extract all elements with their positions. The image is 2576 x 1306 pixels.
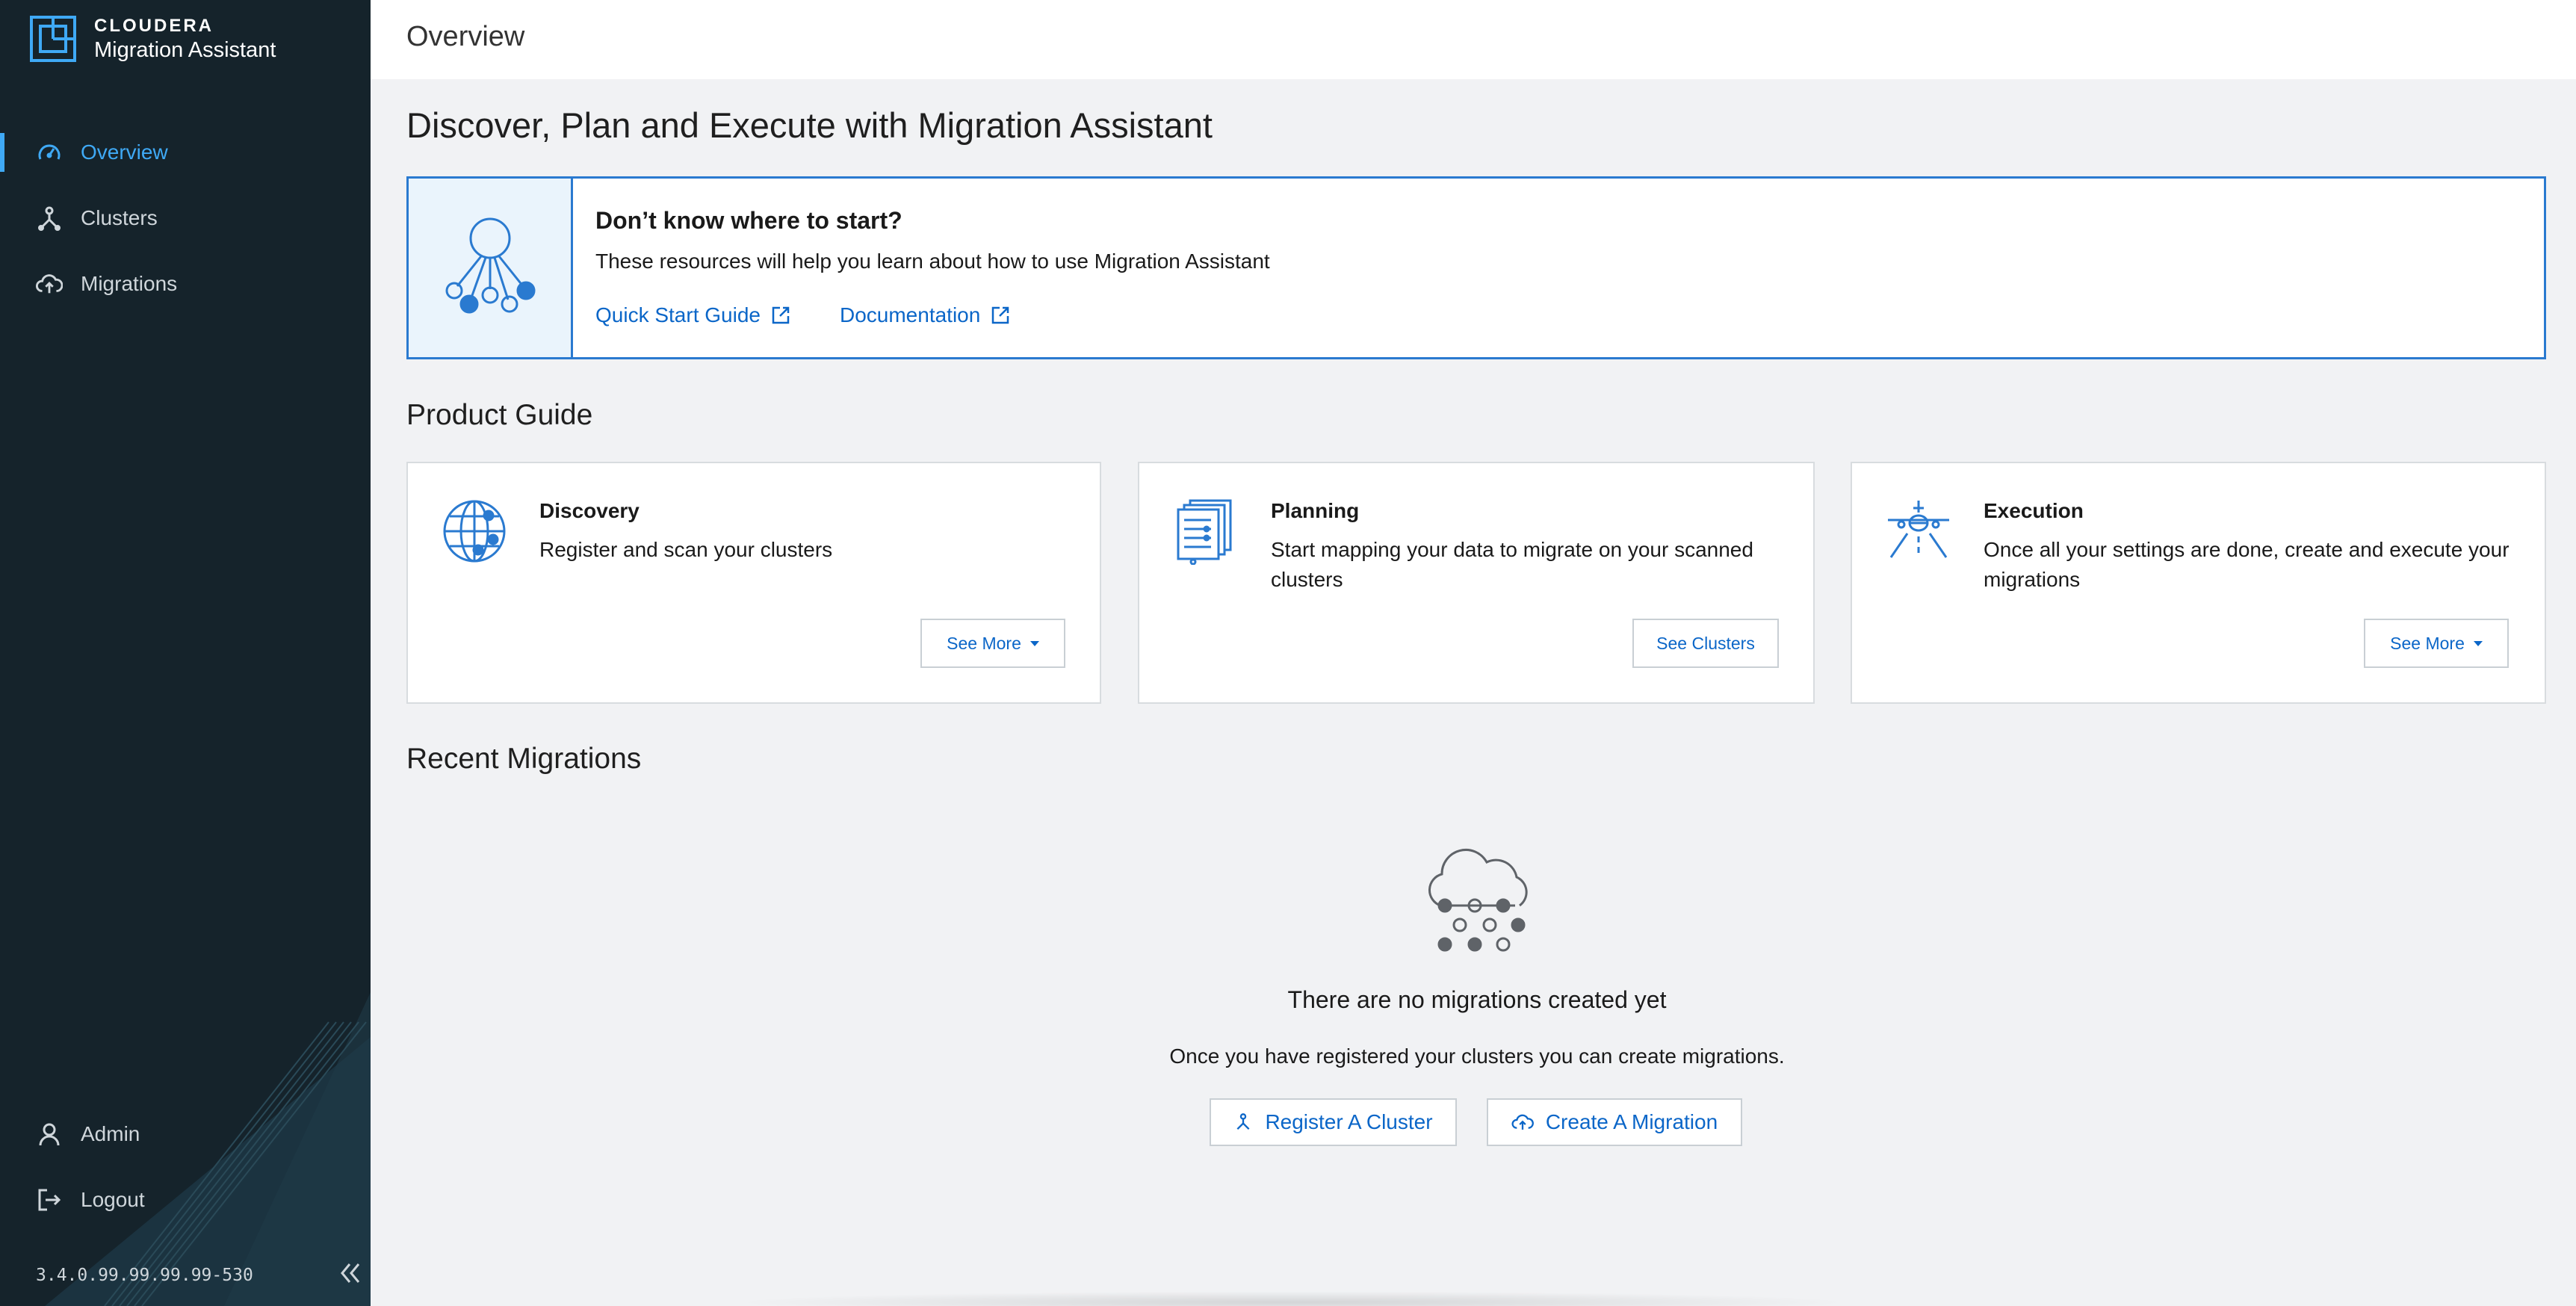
button-label: Register A Cluster bbox=[1265, 1110, 1433, 1133]
card-description: Start mapping your data to migrate on yo… bbox=[1271, 538, 1753, 591]
empty-state-description: Once you have registered your clusters y… bbox=[1169, 1045, 1785, 1068]
sidebar-item-logout[interactable]: Logout bbox=[0, 1167, 371, 1233]
brand[interactable]: CLOUDERA Migration Assistant bbox=[30, 15, 276, 63]
sidebar-bottom-nav: Admin Logout bbox=[0, 1101, 371, 1233]
user-icon bbox=[36, 1121, 63, 1148]
logout-icon bbox=[36, 1186, 63, 1213]
see-clusters-button[interactable]: See Clusters bbox=[1632, 619, 1779, 668]
caret-down-icon bbox=[2473, 640, 2483, 646]
button-label: See More bbox=[947, 633, 1021, 653]
app-version: 3.4.0.99.99.99.99-530 bbox=[36, 1266, 253, 1285]
sidebar-item-label: Clusters bbox=[81, 206, 158, 229]
cluster-icon bbox=[36, 205, 63, 232]
product-guide-heading: Product Guide bbox=[406, 399, 593, 431]
planning-card: Planning Start mapping your data to migr… bbox=[1138, 462, 1815, 704]
button-label: Create A Migration bbox=[1545, 1110, 1718, 1133]
card-description: Register and scan your clusters bbox=[539, 538, 833, 561]
bottom-shadow bbox=[732, 1291, 1853, 1306]
cloud-data-empty-icon bbox=[1428, 849, 1528, 952]
collapse-sidebar-icon[interactable] bbox=[336, 1260, 363, 1287]
cluster-icon bbox=[1236, 1113, 1250, 1130]
sidebar-item-clusters[interactable]: Clusters bbox=[0, 185, 371, 251]
execution-card: Execution Once all your settings are don… bbox=[1851, 462, 2546, 704]
documentation-link[interactable]: Documentation bbox=[840, 303, 1010, 327]
link-label: Quick Start Guide bbox=[595, 303, 761, 326]
discovery-see-more-button[interactable]: See More bbox=[920, 619, 1065, 668]
button-label: See More bbox=[2390, 633, 2465, 653]
network-nodes-icon bbox=[445, 217, 535, 313]
brand-product: Migration Assistant bbox=[94, 38, 276, 62]
resources-links: Quick Start Guide Documentation bbox=[595, 303, 1270, 327]
card-description: Once all your settings are done, create … bbox=[1984, 538, 2510, 591]
sidebar: CLOUDERA Migration Assistant Overview Cl… bbox=[0, 0, 371, 1306]
link-label: Documentation bbox=[839, 303, 981, 326]
header: Overview bbox=[371, 0, 2576, 79]
external-link-icon bbox=[992, 306, 1009, 324]
sidebar-item-admin[interactable]: Admin bbox=[0, 1101, 371, 1167]
button-label: See Clusters bbox=[1656, 633, 1755, 653]
sidebar-item-label: Migrations bbox=[81, 272, 178, 295]
documents-icon bbox=[1177, 499, 1232, 565]
cloud-upload-icon bbox=[36, 270, 63, 297]
sidebar-item-label: Admin bbox=[81, 1122, 140, 1145]
register-cluster-button[interactable]: Register A Cluster bbox=[1210, 1098, 1457, 1146]
discovery-card: Discovery Register and scan your cluster… bbox=[406, 462, 1101, 704]
airplane-icon bbox=[1888, 501, 1949, 558]
cloud-upload-icon bbox=[1511, 1114, 1534, 1130]
speedometer-icon bbox=[36, 139, 63, 166]
card-title: Execution bbox=[1984, 499, 2084, 522]
globe-icon bbox=[443, 500, 506, 563]
resources-title: Don’t know where to start? bbox=[595, 207, 902, 234]
resources-illustration bbox=[409, 179, 573, 357]
create-migration-button[interactable]: Create A Migration bbox=[1487, 1098, 1742, 1146]
card-title: Discovery bbox=[539, 499, 640, 522]
execution-see-more-button[interactable]: See More bbox=[2364, 619, 2509, 668]
sidebar-item-label: Logout bbox=[81, 1188, 145, 1211]
card-title: Planning bbox=[1271, 499, 1360, 522]
resources-banner: Don’t know where to start? These resourc… bbox=[406, 176, 2546, 359]
main-heading: Discover, Plan and Execute with Migratio… bbox=[406, 105, 1213, 145]
brand-name: CLOUDERA bbox=[94, 16, 214, 36]
sidebar-item-migrations[interactable]: Migrations bbox=[0, 251, 371, 317]
recent-migrations-heading: Recent Migrations bbox=[406, 743, 642, 775]
page-title: Overview bbox=[406, 21, 525, 52]
external-link-icon bbox=[772, 306, 790, 324]
caret-down-icon bbox=[1030, 640, 1039, 646]
resources-description: These resources will help you learn abou… bbox=[595, 250, 1270, 273]
sidebar-item-label: Overview bbox=[81, 140, 168, 164]
sidebar-nav: Overview Clusters Migrations bbox=[0, 120, 371, 317]
empty-state-title: There are no migrations created yet bbox=[1287, 986, 1667, 1013]
sidebar-item-overview[interactable]: Overview bbox=[0, 120, 371, 185]
cloudera-logo-icon bbox=[30, 16, 76, 62]
quick-start-guide-link[interactable]: Quick Start Guide bbox=[595, 303, 790, 327]
